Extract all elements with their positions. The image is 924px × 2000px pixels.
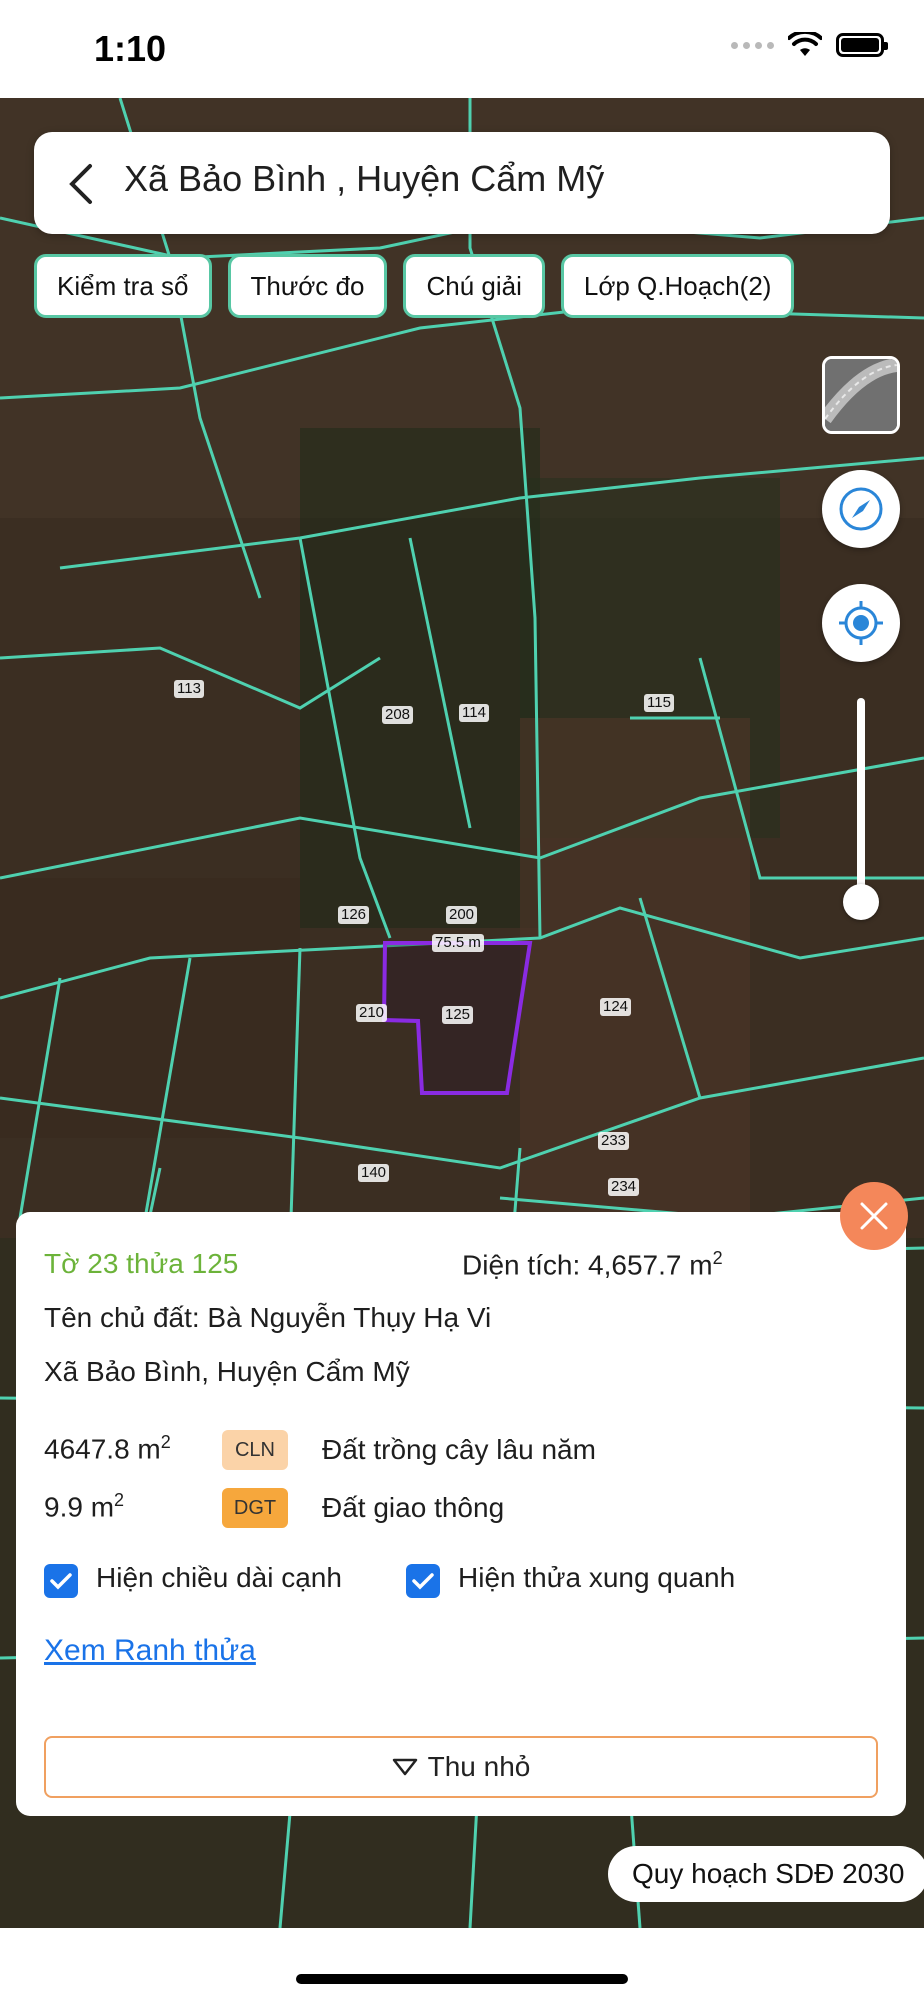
collapse-button[interactable]: Thu nhỏ [44,1736,878,1798]
land-use-name: Đất giao thông [322,1492,505,1523]
parcel-label: 113 [174,680,204,698]
parcel-address: Xã Bảo Bình, Huyện Cẩm Mỹ [44,1356,410,1387]
zoom-slider-thumb[interactable] [843,884,879,920]
wifi-icon [788,32,822,56]
locate-button[interactable] [822,584,900,662]
land-use-area-value: 9.9 m [44,1491,115,1523]
neighbors-checkbox[interactable] [406,1564,440,1598]
checkmark-icon [412,1573,434,1590]
unit-superscript: 2 [712,1248,723,1268]
ruler-button[interactable]: Thước đo [227,254,388,318]
land-use-area: 4647.8 m2 [44,1432,171,1465]
edge-length-checkbox-label[interactable]: Hiện chiều dài cạnh [96,1562,342,1594]
unit-superscript: 2 [114,1490,125,1510]
land-use-code-badge: CLN [222,1430,288,1470]
parcel-label: 208 [382,706,414,724]
parcel-label: 126 [338,906,370,924]
close-icon [860,1202,888,1230]
planning-layer-pill[interactable]: Quy hoạch SDĐ 2030 [608,1846,924,1902]
legend-button[interactable]: Chú giải [403,254,545,318]
land-use-code-badge: DGT [222,1488,288,1528]
collapse-label: Thu nhỏ [427,1751,531,1782]
battery-icon [836,33,888,57]
land-use-name: Đất trồng cây lâu năm [322,1434,596,1465]
planning-layer-button[interactable]: Lớp Q.Hoạch(2) [560,254,795,318]
parcel-label: 210 [356,1004,388,1022]
parcel-label: 140 [358,1164,390,1182]
parcel-label: 114 [459,704,489,722]
neighbors-checkbox-label[interactable]: Hiện thửa xung quanh [458,1562,735,1594]
parcel-area: Diện tích: 4,657.7 m2 [462,1248,723,1281]
land-use-area: 9.9 m2 [44,1490,124,1523]
signal-icon [731,41,774,49]
parcel-label: 115 [644,694,674,712]
check-book-button[interactable]: Kiểm tra sổ [34,254,212,318]
sheet-parcel-number: Tờ 23 thửa 125 [44,1248,239,1279]
edge-length-label: 75.5 m [432,934,484,952]
unit-superscript: 2 [160,1432,171,1452]
triangle-down-icon [392,1758,417,1776]
parcel-label: 234 [608,1178,640,1196]
location-title: Xã Bảo Bình , Huyện Cẩm Mỹ [124,158,605,199]
parcel-label: 124 [600,998,632,1016]
parcel-info-panel: Tờ 23 thửa 125 Diện tích: 4,657.7 m2 Tên… [16,1212,906,1816]
locate-icon [839,601,883,645]
close-panel-button[interactable] [840,1182,908,1250]
edge-length-checkbox[interactable] [44,1564,78,1598]
status-icons [731,32,888,58]
parcel-label: 200 [446,906,478,924]
status-time: 1:10 [94,28,167,69]
status-bar: 1:10 [0,0,924,98]
parcel-label: 125 [442,1006,474,1024]
home-bar-area [0,1928,924,2000]
view-boundary-link[interactable]: Xem Ranh thửa [44,1634,256,1668]
search-bar[interactable]: Xã Bảo Bình , Huyện Cẩm Mỹ [34,132,890,234]
chevron-left-icon[interactable] [62,162,102,206]
toolbar-chips: Kiểm tra sổ Thước đo Chú giải Lớp Q.Hoạc… [34,254,795,318]
parcel-area-value: Diện tích: 4,657.7 m [462,1249,713,1281]
home-indicator[interactable] [296,1974,628,1984]
map-layer-icon [825,359,897,431]
zoom-slider-track[interactable] [857,698,865,898]
checkmark-icon [50,1573,72,1590]
map-layer-toggle[interactable] [822,356,900,434]
owner-name: Tên chủ đất: Bà Nguyễn Thụy Hạ Vi [44,1302,492,1333]
compass-button[interactable] [822,470,900,548]
parcel-label: 233 [598,1132,630,1150]
land-use-area-value: 4647.8 m [44,1433,161,1465]
compass-icon [839,487,883,531]
